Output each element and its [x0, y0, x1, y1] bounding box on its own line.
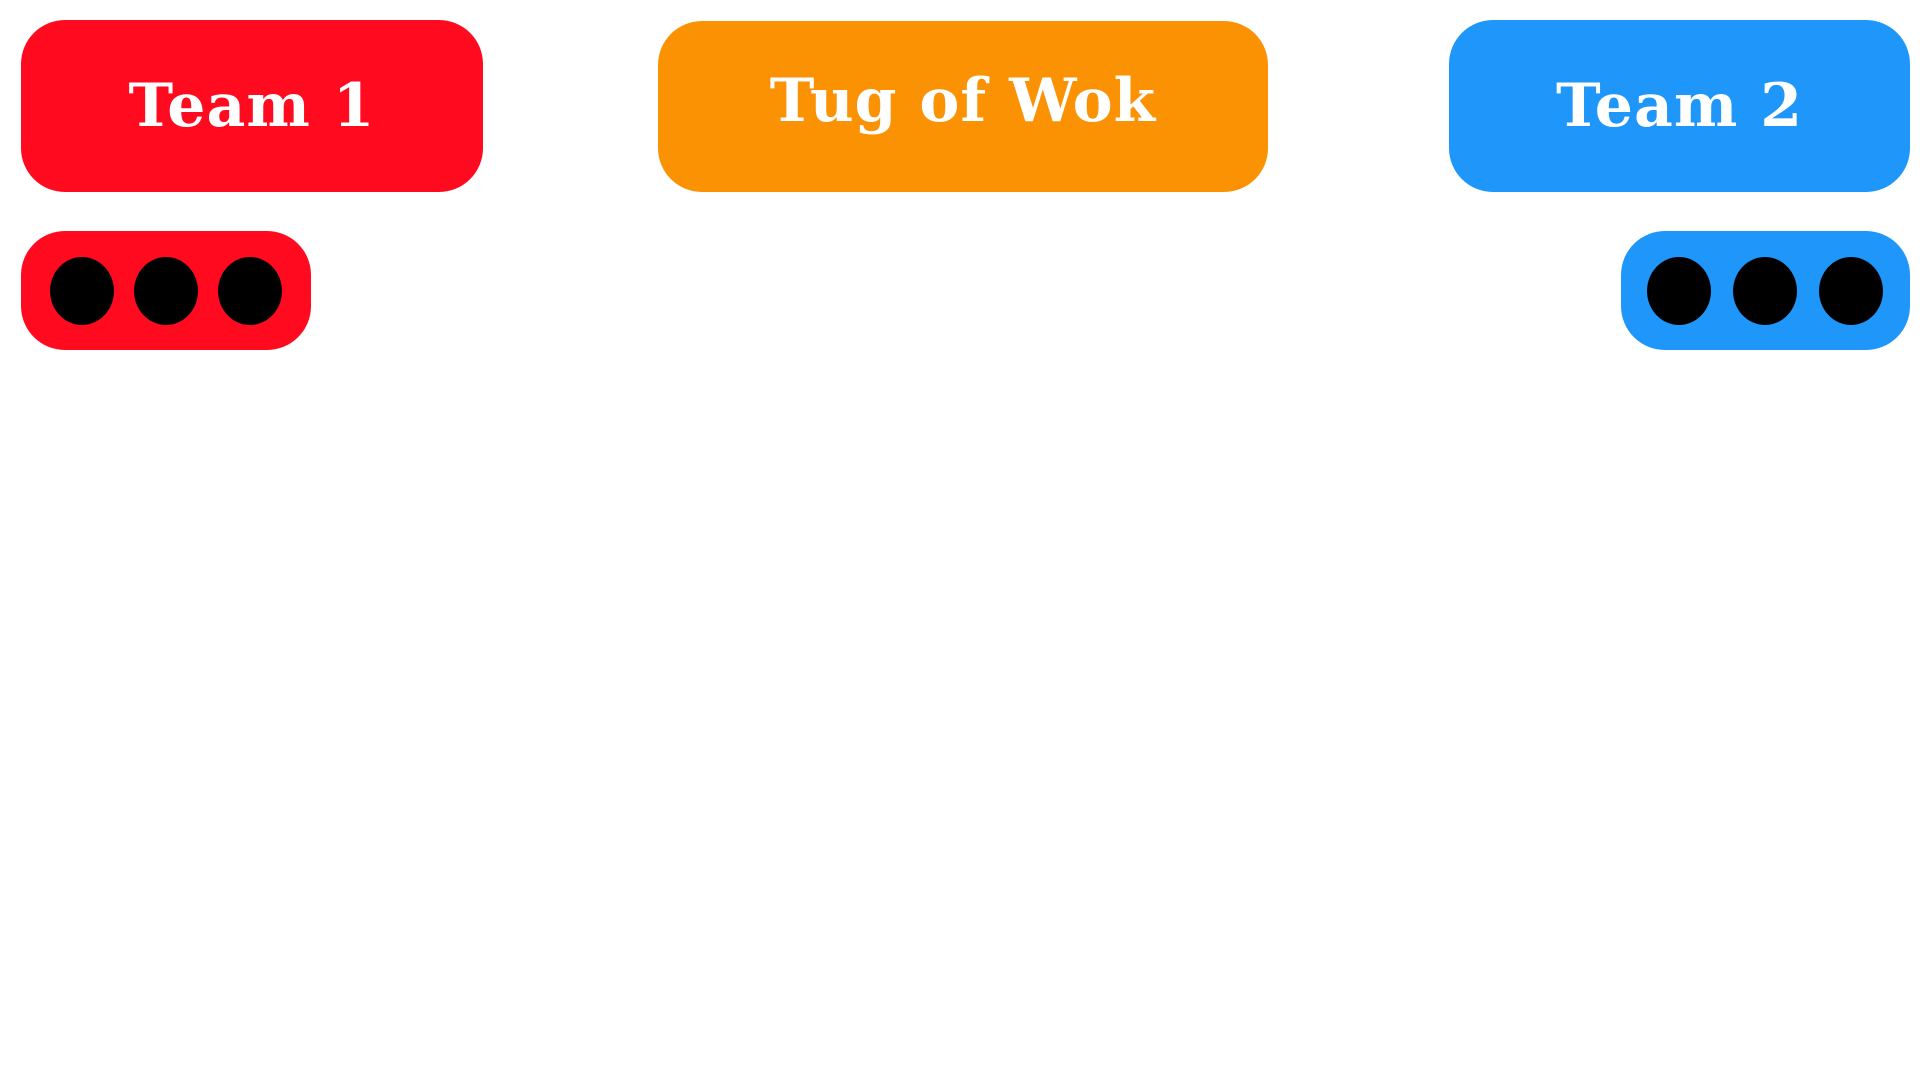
- team1-label: Team 1: [128, 71, 376, 141]
- game-title-panel: Tug of Wok: [658, 21, 1268, 192]
- life-dot-icon: [1733, 256, 1797, 325]
- team1-label-panel: Team 1: [21, 20, 483, 192]
- team2-lives-indicator: [1621, 231, 1910, 350]
- team1-lives-indicator: [21, 231, 311, 350]
- life-dot-icon: [1819, 256, 1883, 325]
- life-dot-icon: [218, 256, 282, 325]
- life-dot-icon: [1647, 256, 1711, 325]
- life-dot-icon: [50, 256, 114, 325]
- team2-label-panel: Team 2: [1449, 20, 1910, 192]
- life-dot-icon: [134, 256, 198, 325]
- game-title: Tug of Wok: [769, 65, 1157, 136]
- team2-label: Team 2: [1556, 71, 1803, 141]
